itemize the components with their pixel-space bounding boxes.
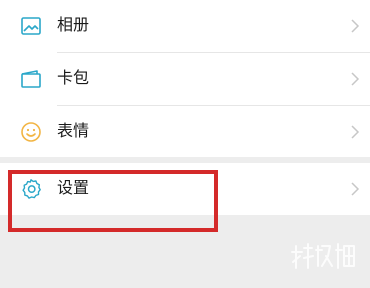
menu-item-card-wallet-label: 卡包 bbox=[57, 68, 90, 87]
smiley-icon bbox=[19, 120, 43, 144]
card-wallet-icon bbox=[19, 67, 43, 91]
annotation-highlight-box bbox=[8, 170, 218, 232]
menu-item-card-wallet[interactable]: 卡包 bbox=[0, 53, 370, 105]
photo-album-icon bbox=[19, 14, 43, 38]
menu-item-album-label: 相册 bbox=[57, 15, 90, 34]
chevron-right-icon bbox=[350, 180, 360, 198]
chevron-right-icon bbox=[350, 70, 360, 88]
menu-item-stickers-label: 表情 bbox=[57, 121, 90, 140]
menu-group-main: 相册 卡包 表情 bbox=[0, 0, 370, 157]
chevron-right-icon bbox=[350, 17, 360, 35]
watermark-logo bbox=[290, 236, 360, 276]
menu-item-album[interactable]: 相册 bbox=[0, 0, 370, 52]
chevron-right-icon bbox=[350, 123, 360, 141]
menu-item-stickers[interactable]: 表情 bbox=[0, 106, 370, 158]
